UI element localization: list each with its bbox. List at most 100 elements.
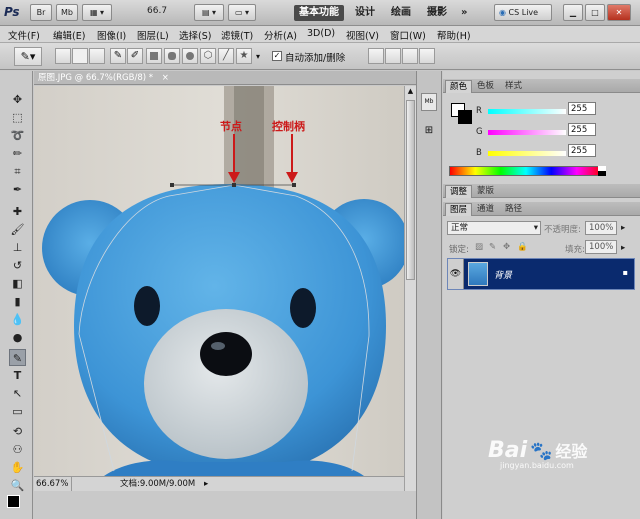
mini-bridge-button[interactable]: Mb: [56, 4, 78, 21]
3d-orbit-tool-icon[interactable]: ⚇: [9, 441, 26, 458]
foreground-color-swatch[interactable]: [7, 495, 20, 508]
lock-transparent-icon[interactable]: ▨: [475, 242, 483, 252]
menu-window[interactable]: 窗口(W): [390, 28, 426, 42]
type-tool-icon[interactable]: T: [9, 367, 26, 384]
scroll-thumb[interactable]: [406, 100, 415, 280]
menu-filter[interactable]: 滤镜(T): [221, 28, 253, 42]
layer-name[interactable]: 背景: [494, 268, 512, 281]
menu-view[interactable]: 视图(V): [346, 28, 379, 42]
lock-all-icon[interactable]: 🔒: [517, 242, 528, 252]
screen-mode-button[interactable]: ▭ ▾: [228, 4, 256, 21]
blue-channel-slider[interactable]: [488, 151, 566, 156]
maximize-button[interactable]: □: [585, 4, 605, 21]
document-canvas[interactable]: 节点 控制柄: [34, 86, 404, 476]
scroll-up-arrow-icon[interactable]: ▲: [405, 86, 416, 96]
zoom-status-field[interactable]: 66.67%: [36, 477, 72, 491]
layer-row[interactable]: 👁 背景 ▪: [447, 258, 635, 290]
path-combine-intersect-icon[interactable]: [402, 48, 418, 64]
history-panel-icon[interactable]: ⊞: [421, 125, 437, 141]
tab-styles[interactable]: 样式: [501, 80, 526, 93]
layer-visibility-eye-icon[interactable]: 👁: [448, 259, 464, 289]
document-tab-close-icon[interactable]: ×: [162, 73, 169, 83]
history-brush-tool-icon[interactable]: ↺: [9, 257, 26, 274]
move-tool-icon[interactable]: ✥: [9, 91, 26, 108]
cs-live-button[interactable]: ◉ CS Live: [494, 4, 552, 21]
gradient-tool-icon[interactable]: ▮: [9, 293, 26, 310]
custom-shape-icon[interactable]: ★: [236, 48, 252, 64]
fill-dropdown-icon[interactable]: ▸: [621, 243, 625, 253]
fill-pixels-icon[interactable]: [89, 48, 105, 64]
workspace-painting[interactable]: 绘画: [391, 5, 411, 21]
tab-channels[interactable]: 通道: [473, 203, 498, 216]
zoom-tool-icon[interactable]: 🔍: [9, 477, 26, 494]
lasso-tool-icon[interactable]: ➰: [9, 127, 26, 144]
opacity-dropdown-icon[interactable]: ▸: [621, 223, 625, 233]
tab-swatches[interactable]: 色板: [473, 80, 498, 93]
tab-paths[interactable]: 路径: [501, 203, 526, 216]
path-combine-subtract-icon[interactable]: [385, 48, 401, 64]
shape-options-dropdown-icon[interactable]: ▾: [256, 52, 260, 61]
dodge-tool-icon[interactable]: ●: [9, 329, 26, 346]
paths-mode-icon[interactable]: [72, 48, 88, 64]
polygon-shape-icon[interactable]: ⬡: [200, 48, 216, 64]
blur-tool-icon[interactable]: 💧: [9, 311, 26, 328]
menu-analysis[interactable]: 分析(A): [264, 28, 297, 42]
blue-value-field[interactable]: 255: [568, 144, 596, 157]
line-shape-icon[interactable]: ╱: [218, 48, 234, 64]
menu-help[interactable]: 帮助(H): [437, 28, 471, 42]
workspace-design[interactable]: 设计: [355, 5, 375, 21]
path-selection-tool-icon[interactable]: ↖: [9, 385, 26, 402]
path-combine-exclude-icon[interactable]: [419, 48, 435, 64]
shape-tool-icon[interactable]: ▭: [9, 403, 26, 420]
red-value-field[interactable]: 255: [568, 102, 596, 115]
eyedropper-tool-icon[interactable]: ✒: [9, 181, 26, 198]
close-window-button[interactable]: ✕: [607, 4, 631, 21]
shape-layers-icon[interactable]: [55, 48, 71, 64]
extras-button[interactable]: ▦ ▾: [82, 4, 112, 21]
opacity-field[interactable]: 100%: [585, 221, 617, 235]
red-channel-slider[interactable]: [488, 109, 566, 114]
rounded-rectangle-icon[interactable]: [164, 48, 180, 64]
mini-bridge-panel-icon[interactable]: Mb: [421, 93, 437, 111]
pen-tool-icon-active[interactable]: ✎: [9, 349, 26, 366]
ellipse-shape-icon[interactable]: [182, 48, 198, 64]
marquee-tool-icon[interactable]: ⬚: [9, 109, 26, 126]
blend-mode-select[interactable]: 正常 ▾: [447, 221, 541, 235]
menu-file[interactable]: 文件(F): [8, 28, 40, 42]
bridge-button[interactable]: Br: [30, 4, 52, 21]
rectangle-shape-icon[interactable]: [146, 48, 162, 64]
document-tab[interactable]: 原图.JPG @ 66.7%(RGB/8) * ×: [34, 71, 416, 85]
3d-rotate-tool-icon[interactable]: ⟲: [9, 423, 26, 440]
menu-3d[interactable]: 3D(D): [307, 28, 335, 39]
hand-tool-icon[interactable]: ✋: [9, 459, 26, 476]
eraser-tool-icon[interactable]: ◧: [9, 275, 26, 292]
tab-color[interactable]: 颜色: [445, 80, 473, 93]
quick-selection-tool-icon[interactable]: ✏: [9, 145, 26, 162]
crop-tool-icon[interactable]: ⌗: [9, 163, 26, 180]
color-spectrum-ramp[interactable]: [449, 166, 603, 176]
healing-brush-tool-icon[interactable]: ✚: [9, 203, 26, 220]
zoom-level-select[interactable]: 66.7: [143, 4, 183, 21]
bg-color-chip[interactable]: [458, 110, 472, 124]
tab-layers[interactable]: 图层: [445, 203, 473, 216]
workspace-photography[interactable]: 摄影: [427, 5, 447, 21]
auto-add-delete-checkbox[interactable]: ✓: [272, 51, 282, 61]
workspace-essentials[interactable]: 基本功能: [294, 5, 344, 21]
pen-tool-icon[interactable]: ✎: [110, 48, 126, 64]
menu-layer[interactable]: 图层(L): [137, 28, 169, 42]
green-channel-slider[interactable]: [488, 130, 566, 135]
minimize-button[interactable]: ▁: [563, 4, 583, 21]
clone-stamp-tool-icon[interactable]: ⊥: [9, 239, 26, 256]
lock-position-icon[interactable]: ✥: [503, 242, 510, 252]
workspace-overflow-button[interactable]: »: [461, 5, 467, 21]
tab-masks[interactable]: 蒙版: [473, 185, 498, 198]
tab-adjustments[interactable]: 调整: [445, 185, 473, 198]
tool-preset-picker[interactable]: ✎▾: [14, 47, 42, 66]
fill-field[interactable]: 100%: [585, 240, 617, 254]
brush-tool-icon[interactable]: 🖌: [9, 221, 26, 238]
freeform-pen-icon[interactable]: ✐: [127, 48, 143, 64]
menu-edit[interactable]: 编辑(E): [53, 28, 85, 42]
vertical-scrollbar[interactable]: ▲: [404, 86, 416, 491]
green-value-field[interactable]: 255: [568, 123, 596, 136]
lock-image-icon[interactable]: ✎: [489, 242, 496, 252]
